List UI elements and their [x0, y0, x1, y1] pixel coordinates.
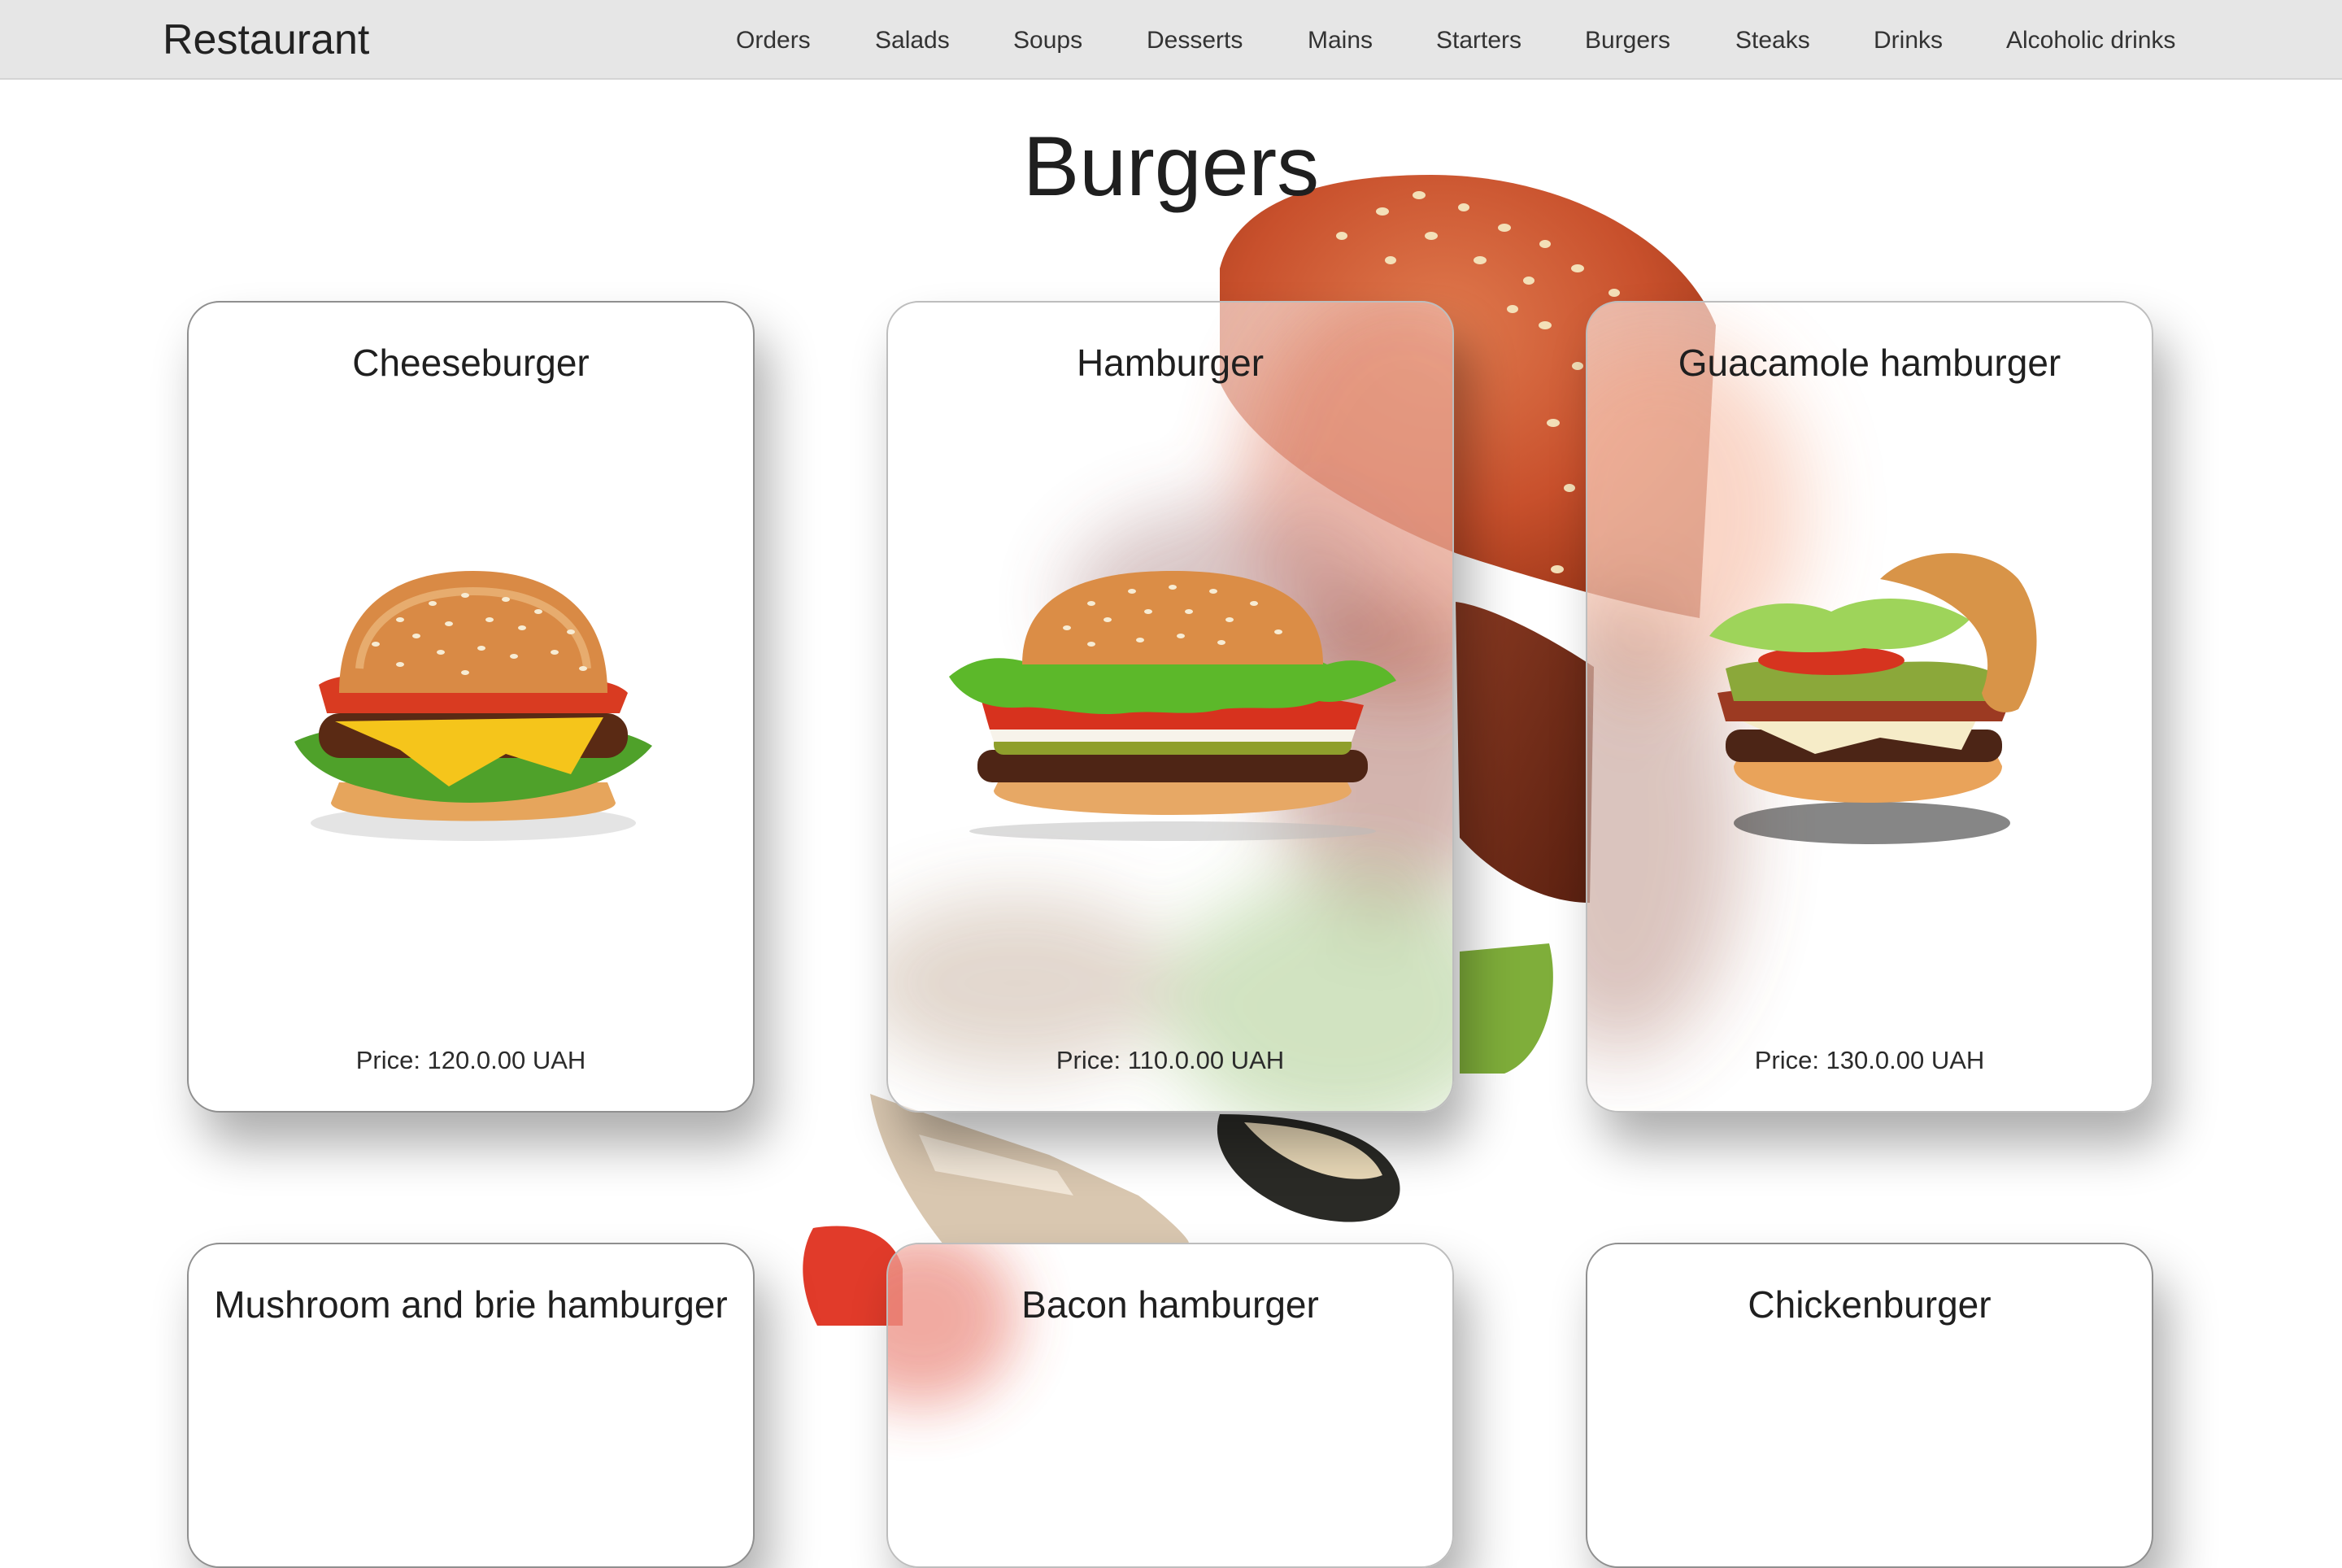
hamburger-image	[949, 571, 1396, 841]
nav-item-burgers[interactable]: Burgers	[1585, 23, 1670, 59]
product-price: Price: 120.0.00 UAH	[355, 1046, 586, 1074]
nav-item-drinks[interactable]: Drinks	[1874, 23, 1943, 59]
nav-item-alcoholic-drinks[interactable]: Alcoholic drinks	[2006, 23, 2175, 59]
product-name: Cheeseburger	[352, 342, 590, 384]
product-card-hamburger[interactable]: Hamburger Price: 110.0.00 UAH	[886, 301, 1454, 1113]
avocado-graphic	[1460, 943, 1553, 1074]
nav-item-starters[interactable]: Starters	[1436, 23, 1521, 59]
product-card-cheeseburger[interactable]: Cheeseburger Price: 120.0.00 UAH	[187, 301, 755, 1113]
nav-item-soups[interactable]: Soups	[1013, 23, 1082, 59]
mushroom-slices-graphic	[870, 1094, 1189, 1244]
brand-link[interactable]: Restaurant	[163, 11, 369, 68]
guacamole-hamburger-image	[1709, 553, 2037, 844]
nav-item-desserts[interactable]: Desserts	[1147, 23, 1243, 59]
product-card-guacamole-hamburger[interactable]: Guacamole hamburger Price: 130.0.00 UAH	[1586, 301, 2153, 1113]
product-name: Mushroom and brie hamburger	[214, 1283, 728, 1326]
eggplant-slice-graphic	[1217, 1114, 1400, 1222]
cheeseburger-image	[294, 571, 652, 841]
patty-graphic	[1456, 602, 1594, 903]
nav-item-steaks[interactable]: Steaks	[1735, 23, 1810, 59]
nav-item-orders[interactable]: Orders	[736, 23, 811, 59]
top-navbar: Restaurant Orders Salads Soups Desserts …	[0, 0, 2342, 80]
product-price: Price: 130.0.00 UAH	[1754, 1046, 1985, 1074]
product-name: Chickenburger	[1748, 1283, 1992, 1326]
product-price: Price: 110.0.00 UAH	[1056, 1046, 1285, 1074]
product-name: Guacamole hamburger	[1678, 342, 2061, 384]
product-card-chickenburger[interactable]: Chickenburger	[1586, 1243, 2153, 1568]
nav-item-salads[interactable]: Salads	[875, 23, 950, 59]
product-name: Bacon hamburger	[1021, 1283, 1319, 1326]
nav-item-mains[interactable]: Mains	[1308, 23, 1373, 59]
product-name: Hamburger	[1076, 342, 1265, 384]
page-title: Burgers	[1022, 120, 1320, 214]
product-card-mushroom-brie-hamburger[interactable]: Mushroom and brie hamburger	[187, 1243, 755, 1568]
product-card-bacon-hamburger[interactable]: Bacon hamburger	[886, 1243, 1454, 1568]
